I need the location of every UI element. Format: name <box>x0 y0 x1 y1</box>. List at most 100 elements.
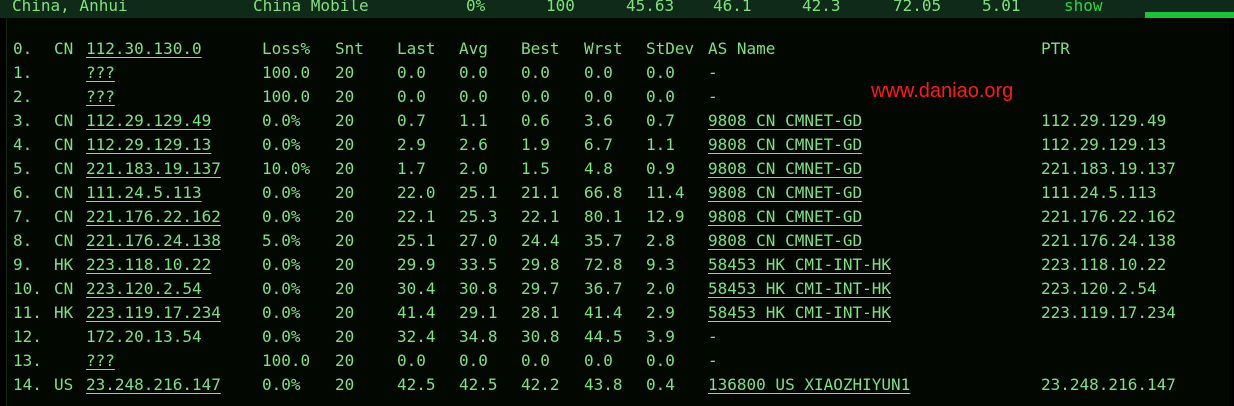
worst-value: 41.4 <box>584 303 623 322</box>
as-name-link[interactable]: 136800 US XIAOZHIYUN1 <box>708 373 910 397</box>
avg-value: 25.1 <box>459 183 498 202</box>
last-value: 22.0 <box>397 183 436 202</box>
avg-value: 29.1 <box>459 303 498 322</box>
last-value: 0.7 <box>397 111 426 130</box>
host-ip-link[interactable]: 223.119.17.234 <box>86 301 221 325</box>
as-name-link[interactable]: 58453 HK CMI-INT-HK <box>708 301 891 325</box>
hop-number: 7. <box>13 207 33 226</box>
mtr-terminal-output: 0. CN 112.30.130.0 Loss% Snt Last Avg Be… <box>6 18 1229 406</box>
worst-value: 80.1 <box>584 207 623 226</box>
loss-value: 100.0 <box>262 63 311 82</box>
sent-value: 20 <box>335 207 355 226</box>
summary-value-4: 72.05 <box>893 0 942 15</box>
best-value: 29.7 <box>521 279 560 298</box>
as-name-link[interactable]: 9808 CN CMNET-GD <box>708 133 862 157</box>
avg-value: 25.3 <box>459 207 498 226</box>
host-ip-link[interactable]: 223.120.2.54 <box>86 277 202 301</box>
country-code: US <box>54 375 74 394</box>
best-value: 0.0 <box>521 351 550 370</box>
table-row: 5. CN 221.183.19.137 10.0% 20 1.7 2.0 1.5 4.8 0.9… <box>7 157 1229 181</box>
best-value: 0.0 <box>521 87 550 106</box>
avg-value: 30.8 <box>459 279 498 298</box>
host-ip-link[interactable]: ??? <box>86 85 115 109</box>
stdev-value: 2.0 <box>646 279 675 298</box>
table-row: 4. CN 112.29.129.13 0.0% 20 2.9 2.6 1.9 6.7 1.1 98… <box>7 133 1229 157</box>
summary-location: China, Anhui <box>12 0 128 15</box>
hop-number: 4. <box>13 135 33 154</box>
as-name-link[interactable]: 9808 CN CMNET-GD <box>708 229 862 253</box>
summary-value-3: 42.3 <box>802 0 841 15</box>
host-ip-link[interactable]: 112.29.129.49 <box>86 109 211 133</box>
summary-value-1: 45.63 <box>626 0 675 15</box>
stdev-value: 0.0 <box>646 351 675 370</box>
worst-value: 6.7 <box>584 135 613 154</box>
column-header-avg: Avg <box>459 39 488 58</box>
sent-value: 20 <box>335 159 355 178</box>
host-ip-link[interactable]: 223.118.10.22 <box>86 253 211 277</box>
ptr-value: 223.120.2.54 <box>1041 279 1157 298</box>
host-ip-link[interactable]: 111.24.5.113 <box>86 181 202 205</box>
sent-value: 20 <box>335 231 355 250</box>
table-row: 12. 172.20.13.54 0.0% 20 32.4 34.8 30.8 44.5 3.9… <box>7 325 1229 349</box>
avg-value: 42.5 <box>459 375 498 394</box>
stdev-value: 2.9 <box>646 303 675 322</box>
as-name-link: - <box>708 87 718 106</box>
last-value: 41.4 <box>397 303 436 322</box>
stdev-value: 2.8 <box>646 231 675 250</box>
avg-value: 0.0 <box>459 87 488 106</box>
table-row: 3. CN 112.29.129.49 0.0% 20 0.7 1.1 0.6 3.6 0.7 98… <box>7 109 1229 133</box>
host-ip-link[interactable]: 112.29.129.13 <box>86 133 211 157</box>
hop-number: 2. <box>13 87 33 106</box>
stdev-value: 0.9 <box>646 159 675 178</box>
worst-value: 0.0 <box>584 351 613 370</box>
last-value: 32.4 <box>397 327 436 346</box>
sent-value: 20 <box>335 135 355 154</box>
hop-number: 6. <box>13 183 33 202</box>
sent-value: 20 <box>335 111 355 130</box>
country-code: CN <box>54 183 74 202</box>
last-value: 30.4 <box>397 279 436 298</box>
country-code: CN <box>54 111 74 130</box>
sent-value: 20 <box>335 375 355 394</box>
hop-number: 0. <box>13 39 33 58</box>
hop-number: 12. <box>13 327 42 346</box>
stdev-value: 0.7 <box>646 111 675 130</box>
stdev-value: 0.0 <box>646 87 675 106</box>
host-ip-link[interactable]: 112.30.130.0 <box>86 37 202 61</box>
hop-number: 10. <box>13 279 42 298</box>
host-ip-link[interactable]: 221.176.24.138 <box>86 229 221 253</box>
host-ip-link[interactable]: ??? <box>86 61 115 85</box>
loss-value: 0.0% <box>262 135 301 154</box>
sent-value: 20 <box>335 327 355 346</box>
as-name-link[interactable]: 9808 CN CMNET-GD <box>708 181 862 205</box>
country-code: CN <box>54 279 74 298</box>
table-row: 7. CN 221.176.22.162 0.0% 20 22.1 25.3 22.1 80.1… <box>7 205 1229 229</box>
last-value: 25.1 <box>397 231 436 250</box>
as-name-link[interactable]: 58453 HK CMI-INT-HK <box>708 253 891 277</box>
as-name-link[interactable]: 58453 HK CMI-INT-HK <box>708 277 891 301</box>
worst-value: 72.8 <box>584 255 623 274</box>
stdev-value: 0.4 <box>646 375 675 394</box>
as-name-link[interactable]: 9808 CN CMNET-GD <box>708 205 862 229</box>
show-link[interactable]: show <box>1064 0 1103 15</box>
best-value: 1.5 <box>521 159 550 178</box>
best-value: 21.1 <box>521 183 560 202</box>
worst-value: 36.7 <box>584 279 623 298</box>
summary-sent: 100 <box>546 0 575 15</box>
host-ip-link[interactable]: ??? <box>86 349 115 373</box>
as-name-link[interactable]: 9808 CN CMNET-GD <box>708 109 862 133</box>
best-value: 28.1 <box>521 303 560 322</box>
avg-value: 2.0 <box>459 159 488 178</box>
country-code: CN <box>54 159 74 178</box>
sent-value: 20 <box>335 87 355 106</box>
stdev-value: 9.3 <box>646 255 675 274</box>
best-value: 22.1 <box>521 207 560 226</box>
host-ip-link[interactable]: 221.183.19.137 <box>86 157 221 181</box>
last-value: 2.9 <box>397 135 426 154</box>
hop-number: 1. <box>13 63 33 82</box>
as-name-link[interactable]: 9808 CN CMNET-GD <box>708 157 862 181</box>
loss-value: 5.0% <box>262 231 301 250</box>
last-value: 0.0 <box>397 87 426 106</box>
host-ip-link[interactable]: 23.248.216.147 <box>86 373 221 397</box>
host-ip-link[interactable]: 221.176.22.162 <box>86 205 221 229</box>
